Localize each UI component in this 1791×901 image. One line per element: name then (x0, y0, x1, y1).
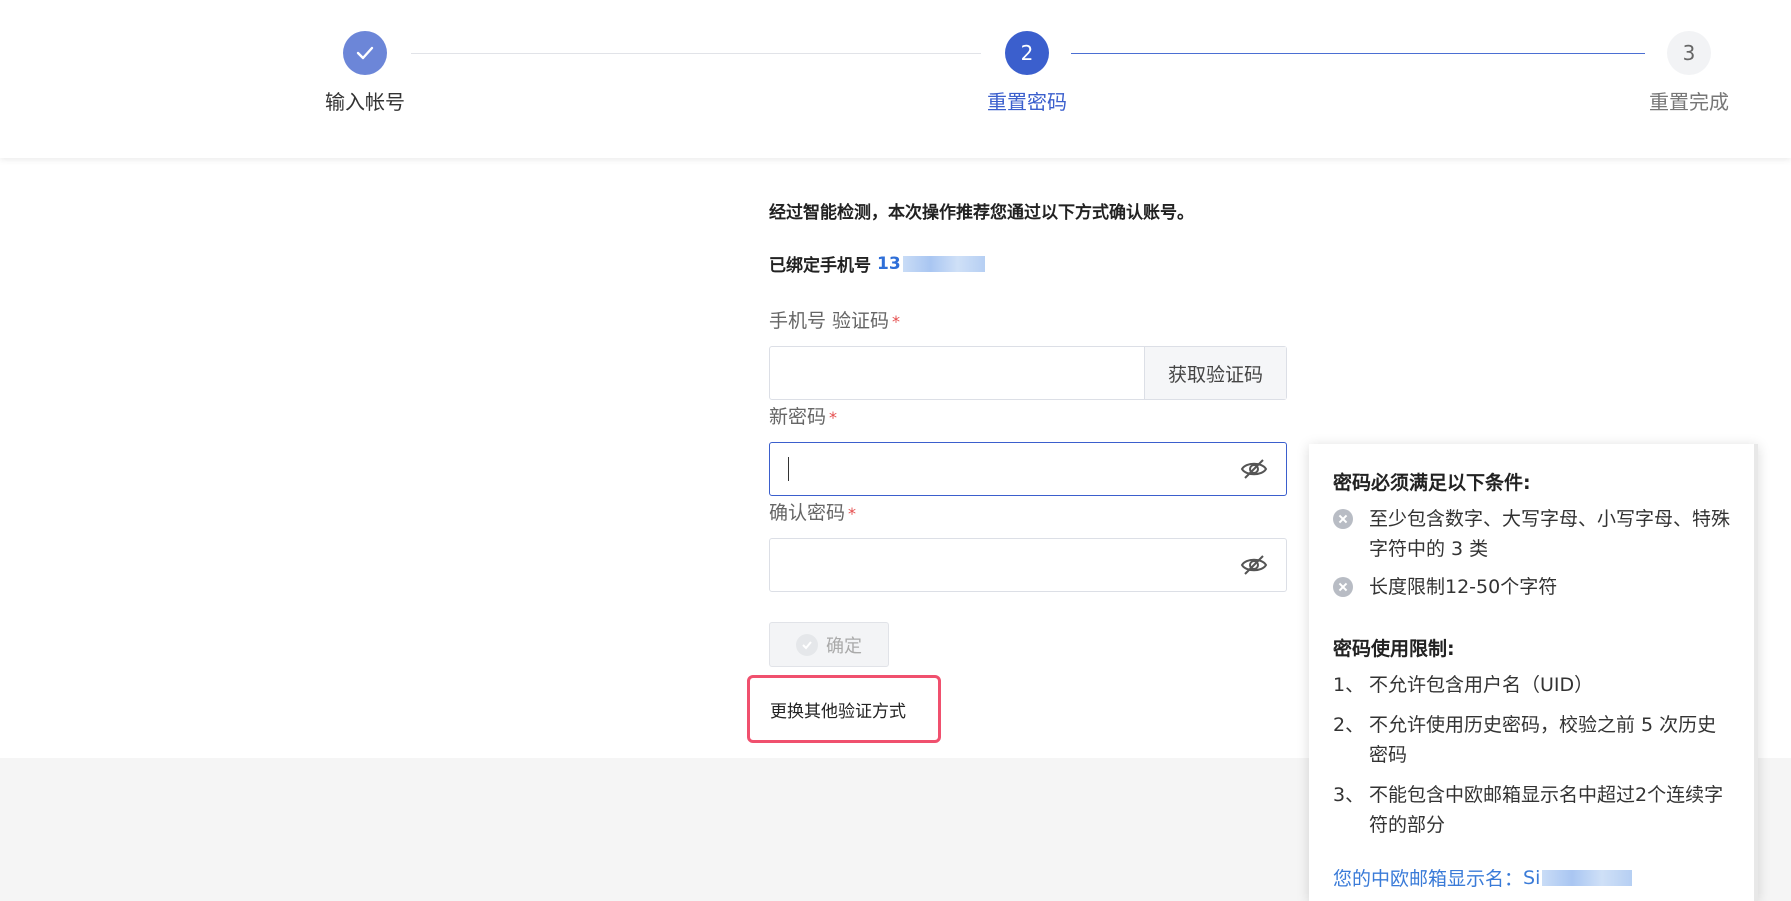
new-password-field (769, 442, 1287, 496)
requirement-text: 长度限制12-50个字符 (1369, 576, 1558, 598)
confirm-password-label: 确认密码 * (769, 498, 856, 525)
text-caret (788, 457, 789, 481)
eye-slash-icon[interactable] (1240, 457, 1268, 481)
step-1-label: 输入帐号 (325, 90, 405, 114)
restriction-item: 3、 不能包含中欧邮箱显示名中超过2个连续字符的部分 (1333, 780, 1733, 840)
confirm-password-label-text: 确认密码 (769, 502, 846, 524)
confirm-button-label: 确定 (826, 635, 862, 657)
step-2-circle: 2 (1005, 31, 1049, 75)
bound-phone-number: 13 (877, 253, 901, 274)
required-mark: * (892, 312, 901, 331)
new-password-label-text: 新密码 (769, 406, 827, 428)
eye-slash-icon[interactable] (1240, 553, 1268, 577)
bound-phone-row: 已绑定手机号 13 (769, 251, 985, 276)
restriction-text: 不允许使用历史密码，校验之前 5 次历史密码 (1369, 714, 1717, 766)
progress-stepper: 输入帐号 2 重置密码 3 重置完成 (0, 0, 1791, 158)
required-mark: * (829, 408, 838, 427)
restriction-number: 1、 (1333, 674, 1365, 696)
requirement-text: 至少包含数字、大写字母、小写字母、特殊字符中的 3 类 (1369, 508, 1731, 560)
new-password-input[interactable] (770, 443, 1286, 495)
restriction-number: 2、 (1333, 714, 1365, 736)
step-2-label: 重置密码 (987, 90, 1067, 114)
restriction-item: 2、 不允许使用历史密码，校验之前 5 次历史密码 (1333, 710, 1733, 770)
password-rules-tooltip: 密码必须满足以下条件: 至少包含数字、大写字母、小写字母、特殊字符中的 3 类 … (1309, 444, 1758, 901)
masked-phone-blur (902, 255, 985, 272)
bullet (1333, 504, 1369, 564)
page: 输入帐号 2 重置密码 3 重置完成 经过智能检测，本次操作推荐您通过以下方式确… (0, 0, 1791, 901)
step-3-label: 重置完成 (1649, 90, 1729, 114)
sms-code-field: 获取验证码 (769, 346, 1287, 400)
masked-name-blur (1542, 869, 1633, 886)
step-connector-1 (411, 53, 981, 54)
display-name-row: 您的中欧邮箱显示名： Si (1333, 864, 1633, 891)
sms-code-label: 手机号 验证码 * (769, 306, 900, 333)
check-circle-icon (796, 633, 818, 656)
confirm-password-field (769, 538, 1287, 592)
close-circle-icon (1333, 577, 1353, 597)
get-code-button[interactable]: 获取验证码 (1144, 347, 1286, 399)
sms-code-label-text: 手机号 验证码 (769, 310, 890, 332)
checkmark-icon (356, 46, 374, 60)
restriction-text: 不允许包含用户名（UID） (1369, 674, 1594, 696)
required-mark: * (848, 504, 857, 523)
confirm-button[interactable]: 确定 (769, 622, 889, 667)
step-connector-2 (1071, 53, 1645, 54)
restriction-text: 不能包含中欧邮箱显示名中超过2个连续字符的部分 (1369, 784, 1724, 836)
confirm-password-input[interactable] (770, 539, 1286, 591)
restriction-number: 3、 (1333, 784, 1365, 806)
requirement-item: 长度限制12-50个字符 (1333, 572, 1733, 606)
bullet (1333, 572, 1369, 606)
switch-verification-method-link[interactable]: 更换其他验证方式 (747, 675, 941, 743)
requirement-item: 至少包含数字、大写字母、小写字母、特殊字符中的 3 类 (1333, 504, 1733, 564)
restrictions-title: 密码使用限制: (1333, 638, 1455, 660)
display-name-value: Si (1523, 866, 1541, 889)
step-3-circle: 3 (1667, 31, 1711, 75)
step-1-circle (343, 31, 387, 75)
display-name-label: 您的中欧邮箱显示名： (1333, 868, 1524, 890)
bound-phone-label: 已绑定手机号 (769, 256, 871, 276)
close-circle-icon (1333, 509, 1353, 529)
restriction-item: 1、 不允许包含用户名（UID） (1333, 670, 1733, 700)
new-password-label: 新密码 * (769, 402, 837, 429)
intro-text: 经过智能检测，本次操作推荐您通过以下方式确认账号。 (769, 203, 1194, 223)
requirements-title: 密码必须满足以下条件: (1333, 472, 1531, 494)
sms-code-input[interactable] (770, 347, 1144, 399)
